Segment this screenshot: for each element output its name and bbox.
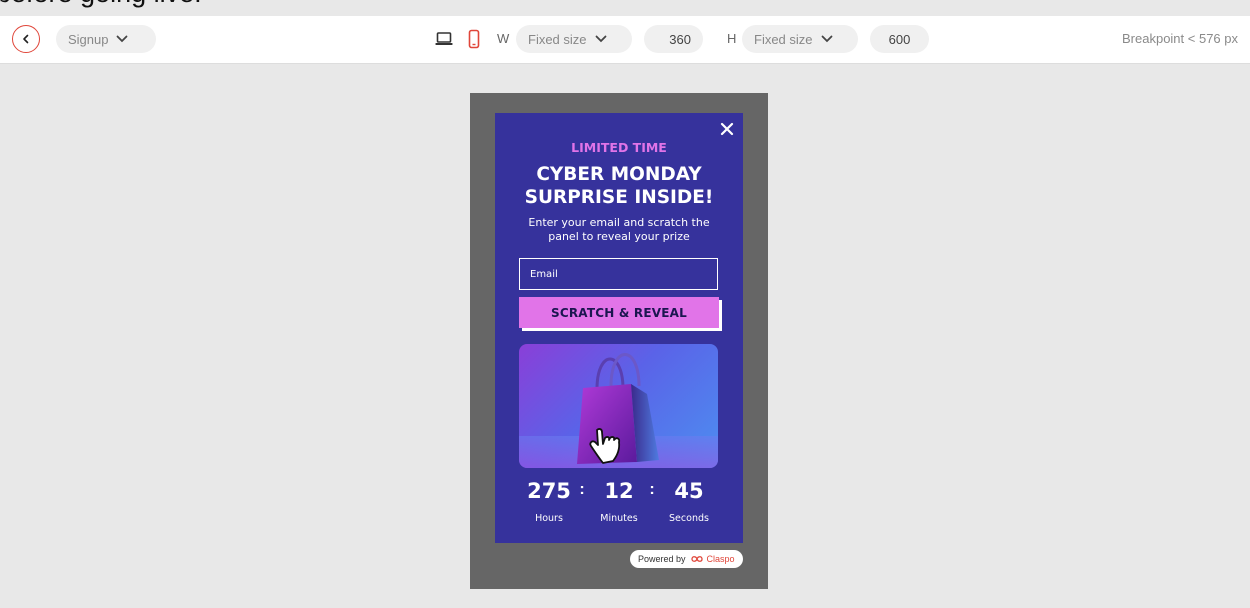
form-select[interactable]: Signup	[56, 25, 156, 53]
form-select-label: Signup	[68, 31, 109, 47]
height-mode-select[interactable]: Fixed size	[742, 25, 858, 53]
chevron-down-icon	[821, 35, 832, 43]
chevron-down-icon	[595, 35, 606, 43]
timer-minutes-label: Minutes	[600, 513, 638, 524]
powered-by-text: Powered by	[638, 554, 686, 564]
timer-hours: 275	[527, 479, 571, 503]
width-mode-select[interactable]: Fixed size	[516, 25, 632, 53]
popup-subtext: Enter your email and scratch the panel t…	[528, 216, 710, 243]
timer-separator: :	[649, 481, 655, 498]
chevron-down-icon	[117, 35, 128, 43]
email-field[interactable]	[519, 258, 718, 290]
close-icon[interactable]	[719, 121, 735, 137]
countdown-timer: 275 : 12 : 45 Hours Minutes Seconds	[495, 479, 743, 529]
editor-toolbar: Signup W Fixed size 360 H Fixed size 600…	[0, 16, 1250, 64]
height-mode-value: Fixed size	[754, 31, 813, 47]
powered-by-brand: Claspo	[706, 554, 735, 564]
height-input[interactable]: 600	[870, 25, 929, 53]
scratch-panel-image[interactable]	[519, 344, 718, 468]
laptop-icon[interactable]	[434, 29, 454, 49]
mobile-icon[interactable]	[464, 29, 484, 49]
width-value: 360	[669, 31, 691, 47]
timer-seconds: 45	[674, 479, 704, 503]
claspo-logo-icon	[690, 556, 703, 562]
timer-separator: :	[579, 481, 585, 498]
breakpoint-indicator: Breakpoint < 576 px	[1122, 31, 1238, 46]
back-button[interactable]	[12, 25, 40, 53]
scratch-reveal-button[interactable]: SCRATCH & REVEAL	[519, 297, 719, 328]
shopping-bag-illustration	[519, 353, 718, 468]
back-arrow-icon	[23, 34, 29, 44]
preview-canvas: LIMITED TIME CYBER MONDAY SURPRISE INSID…	[470, 93, 768, 589]
timer-hours-label: Hours	[535, 513, 563, 524]
powered-by-badge[interactable]: Powered by Claspo	[630, 550, 743, 568]
timer-minutes: 12	[604, 479, 634, 503]
eyebrow-label: LIMITED TIME	[571, 140, 667, 155]
timer-seconds-label: Seconds	[669, 513, 709, 524]
headline-line-1: CYBER MONDAY	[536, 164, 702, 185]
clipped-heading-text: before going live.	[0, 0, 202, 9]
signup-popup: LIMITED TIME CYBER MONDAY SURPRISE INSID…	[495, 113, 743, 543]
width-mode-value: Fixed size	[528, 31, 587, 47]
height-value: 600	[888, 31, 911, 47]
height-label: H	[727, 31, 737, 46]
width-label: W	[497, 31, 510, 46]
width-input[interactable]: 360	[644, 25, 703, 53]
popup-headline: CYBER MONDAY SURPRISE INSIDE!	[495, 163, 743, 209]
headline-line-2: SURPRISE INSIDE!	[524, 187, 714, 208]
